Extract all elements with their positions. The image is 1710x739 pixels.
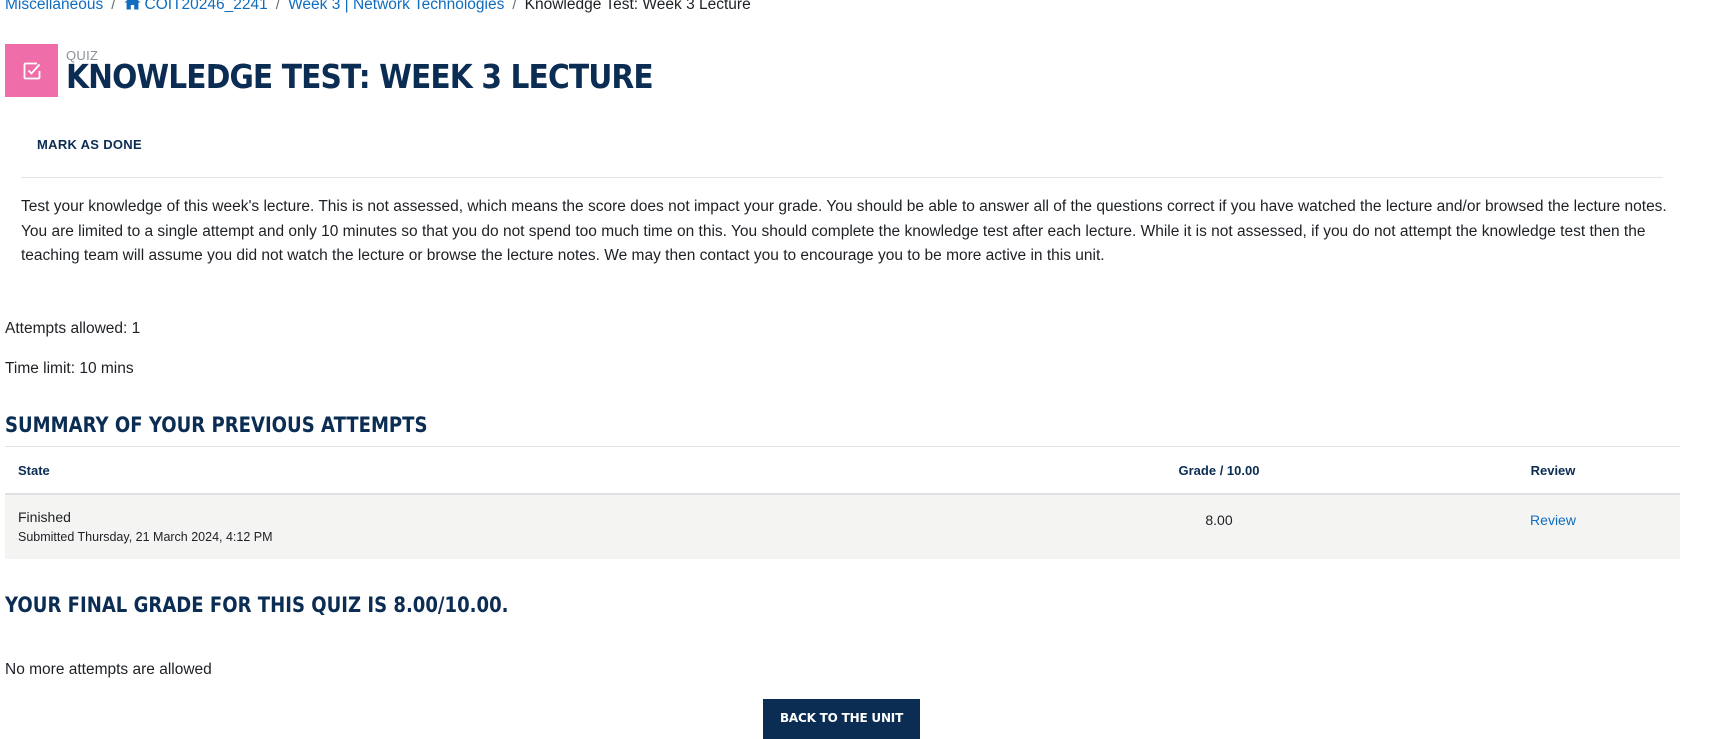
attempt-submitted-time: Submitted Thursday, 21 March 2024, 4:12 … (18, 530, 273, 544)
breadcrumb-link-miscellaneous[interactable]: Miscellaneous (5, 0, 103, 14)
summary-heading: SUMMARY OF YOUR PREVIOUS ATTEMPTS (5, 413, 428, 437)
breadcrumb: Miscellaneous / COIT20246_2241 / Week 3 … (5, 0, 751, 14)
attempt-state: Finished (18, 509, 71, 525)
quiz-glyph-icon (23, 62, 40, 79)
quiz-intro: Test your knowledge of this week's lectu… (21, 198, 1667, 264)
final-grade-heading: YOUR FINAL GRADE FOR THIS QUIZ IS 8.00/1… (5, 593, 509, 617)
breadcrumb-separator: / (111, 0, 116, 13)
home-icon (124, 0, 141, 10)
breadcrumb-link-week[interactable]: Week 3 | Network Technologies (288, 0, 504, 14)
no-more-attempts-message: No more attempts are allowed (5, 661, 212, 678)
mark-as-done-button[interactable]: MARK AS DONE (37, 137, 142, 152)
breadcrumb-separator: / (512, 0, 517, 13)
attempts-table: State Grade / 10.00 Review Finished Subm… (5, 446, 1680, 559)
attempt-state-cell: Finished Submitted Thursday, 21 March 20… (18, 509, 273, 544)
review-link[interactable]: Review (1530, 512, 1576, 528)
back-to-unit-button[interactable]: BACK TO THE UNIT (763, 699, 920, 739)
time-limit: Time limit: 10 mins (5, 360, 134, 377)
breadcrumb-current: Knowledge Test: Week 3 Lecture (524, 0, 751, 13)
breadcrumb-separator: / (275, 0, 281, 13)
divider (21, 177, 1663, 178)
table-header: State Grade / 10.00 Review (5, 447, 1680, 495)
breadcrumb-link-unit[interactable]: COIT20246_2241 (124, 0, 268, 14)
attempt-grade: 8.00 (1205, 512, 1233, 528)
column-header-state: State (18, 462, 50, 478)
column-header-review: Review (1530, 462, 1576, 478)
attempts-allowed: Attempts allowed: 1 (5, 320, 141, 337)
attempt-review-cell: Review (1505, 512, 1601, 528)
breadcrumb-label-unit: COIT20246_2241 (144, 0, 268, 13)
table-row: Finished Submitted Thursday, 21 March 20… (5, 495, 1680, 559)
column-header-grade: Grade / 10.00 (1178, 462, 1260, 478)
quiz-checkbox-icon (5, 44, 58, 97)
page-title: KNOWLEDGE TEST: WEEK 3 LECTURE (66, 57, 654, 96)
